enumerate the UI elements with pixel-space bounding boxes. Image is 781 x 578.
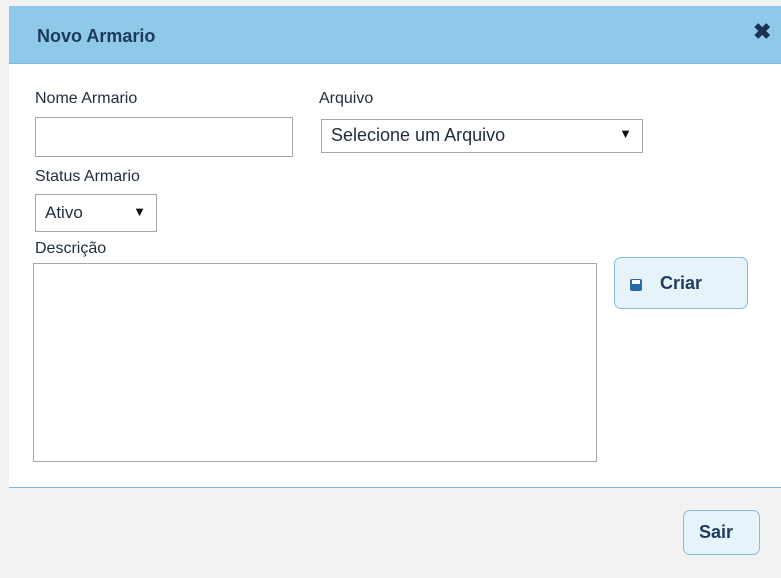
arquivo-label: Arquivo <box>319 90 374 107</box>
sair-button-label: Sair <box>699 522 734 542</box>
dialog-title: Novo Armario <box>37 26 156 46</box>
descricao-textarea[interactable] <box>33 263 597 462</box>
dialog-content: Nome Armario Arquivo Selecione um Arquiv… <box>9 64 781 488</box>
status-armario-select[interactable]: Ativo ▼ <box>35 194 157 232</box>
criar-button[interactable]: Criar <box>614 257 748 309</box>
arquivo-select-value: Selecione um Arquivo <box>331 125 506 145</box>
footer-divider <box>9 487 781 488</box>
arquivo-select[interactable]: Selecione um Arquivo ▼ <box>321 119 643 153</box>
close-icon[interactable]: ✖ <box>753 21 773 43</box>
status-select-value: Ativo <box>45 203 83 222</box>
dialog-titlebar: Novo Armario ✖ <box>9 6 781 64</box>
status-armario-label: Status Armario <box>35 168 140 185</box>
nome-armario-label: Nome Armario <box>35 90 138 107</box>
nome-armario-input[interactable] <box>35 117 293 157</box>
descricao-label: Descrição <box>35 240 107 257</box>
criar-button-label: Criar <box>660 273 703 293</box>
sair-button[interactable]: Sair <box>683 510 760 555</box>
chevron-down-icon: ▼ <box>619 126 632 141</box>
save-icon <box>630 279 642 291</box>
chevron-down-icon: ▼ <box>133 204 146 219</box>
novo-armario-dialog: Novo Armario ✖ Nome Armario Arquivo Sele… <box>0 0 781 578</box>
